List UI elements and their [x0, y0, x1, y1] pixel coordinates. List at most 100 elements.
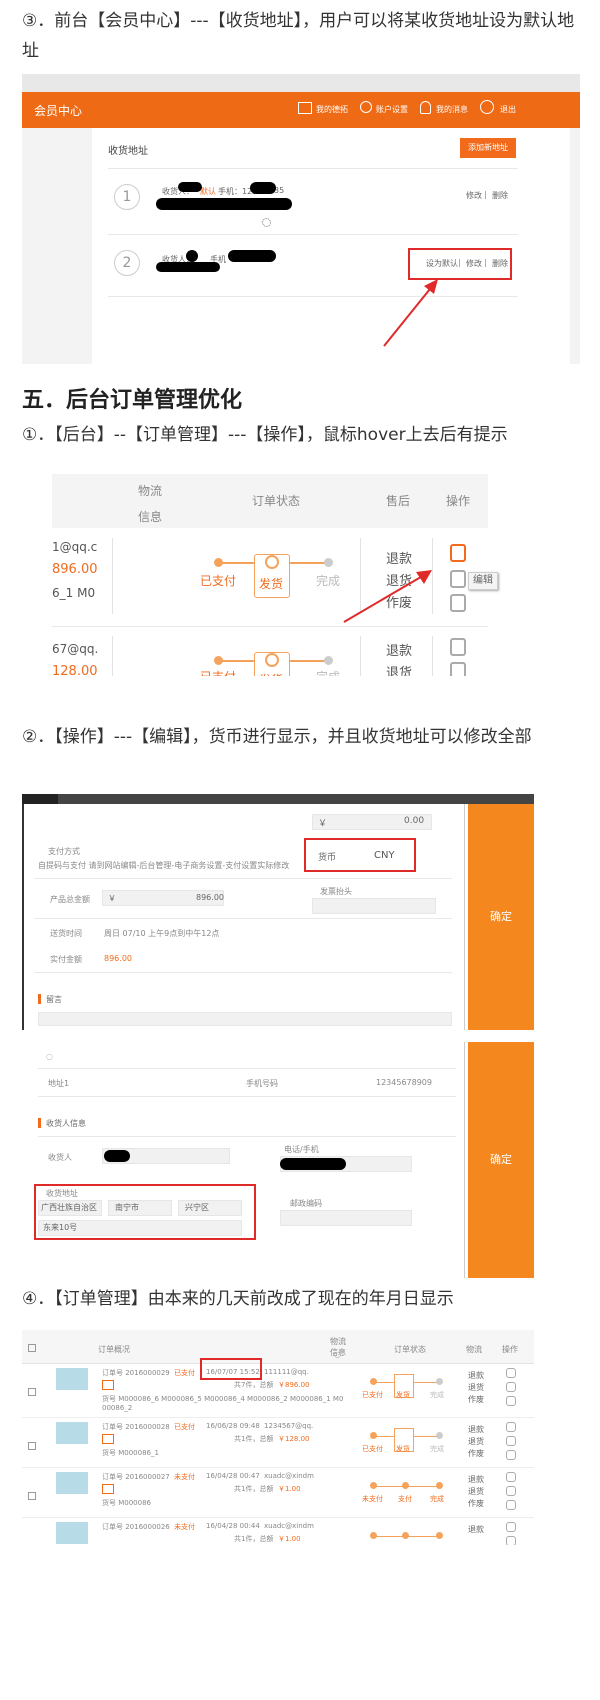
row-edit-icon[interactable] — [506, 1422, 516, 1432]
col-status: 订单状态 — [394, 1345, 426, 1354]
row-edit-icon[interactable] — [506, 1522, 516, 1532]
row-step-3: 完成 — [430, 1445, 444, 1453]
row1-refund[interactable]: 退款 — [386, 548, 412, 567]
product-total-symbol: ￥ — [108, 894, 116, 903]
row-checkbox[interactable] — [28, 1492, 36, 1500]
remark-input[interactable] — [38, 1012, 452, 1026]
row-checkbox[interactable] — [28, 1442, 36, 1450]
row-return[interactable]: 退货 — [468, 1486, 484, 1497]
detail-icon[interactable] — [450, 570, 466, 588]
row-refund[interactable]: 退款 — [468, 1424, 484, 1435]
row-void[interactable]: 作废 — [468, 1394, 484, 1405]
row-total: ￥1.00 — [278, 1485, 301, 1493]
row-print-icon[interactable] — [506, 1396, 516, 1406]
row-detail-icon[interactable] — [506, 1436, 516, 1446]
row-codes: 货号 M000086 — [102, 1499, 151, 1507]
city-select[interactable]: 南宁市 — [108, 1200, 172, 1216]
home-icon[interactable] — [298, 102, 312, 114]
province-select[interactable]: 广西壮族自治区 — [38, 1200, 102, 1216]
row2-refund[interactable]: 退款 — [386, 640, 412, 659]
row-detail-icon[interactable] — [506, 1382, 516, 1392]
row1-email: 1@qq.c — [52, 540, 98, 554]
row-detail-icon[interactable] — [506, 1486, 516, 1496]
table-row: 订单号 2016000026 未支付 16/04/28 00:44 xuadc@… — [22, 1518, 534, 1545]
row-return[interactable]: 退货 — [468, 1382, 484, 1393]
row2-detail-icon[interactable] — [450, 662, 466, 676]
col-operation: 操作 — [446, 494, 471, 508]
address-label: 收货地址 — [46, 1189, 78, 1198]
tel-label: 电话/手机 — [284, 1145, 319, 1154]
table-row: 订单号 2016000027 未支付 16/04/28 00:47 xuadc@… — [22, 1468, 534, 1518]
row-detail-icon[interactable] — [506, 1536, 516, 1545]
select-all-checkbox[interactable] — [28, 1344, 36, 1352]
address-page-title: 收货地址 — [108, 146, 148, 157]
receiver-section-title: 收货人信息 — [46, 1119, 86, 1128]
street-input[interactable]: 东来10号 — [38, 1220, 242, 1236]
invoice-input[interactable] — [312, 898, 436, 914]
bell-icon[interactable] — [420, 101, 431, 114]
row-summary: 共7件，总额 — [234, 1381, 274, 1389]
postcode-input[interactable] — [280, 1210, 412, 1226]
delivery-value: 周日 07/10 上午9点到中午12点 — [104, 929, 220, 938]
edit-address-screenshot: ○ 地址1 手机号码 12345678909 收货人信息 收货人 电话/手机 收… — [22, 1042, 534, 1278]
row-void[interactable]: 作废 — [468, 1448, 484, 1459]
logout-icon[interactable] — [480, 100, 494, 114]
shop-icon — [102, 1434, 114, 1444]
row-summary: 共1件，总额 — [234, 1485, 274, 1493]
row-order-no: 订单号 2016000028 — [102, 1423, 170, 1431]
row-refund[interactable]: 退款 — [468, 1474, 484, 1485]
district-select[interactable]: 兴宁区 — [178, 1200, 242, 1216]
loading-spinner-icon — [262, 218, 271, 227]
row1-step-done: 完成 — [316, 574, 341, 588]
confirm-button-2[interactable]: 确定 — [468, 1042, 534, 1278]
row-step-1: 未支付 — [362, 1495, 383, 1503]
address-2-set-default-link[interactable]: 设为默认 — [426, 258, 458, 269]
row-void[interactable]: 作废 — [468, 1498, 484, 1509]
row2-amount: 128.00 — [52, 664, 98, 676]
nav-logout[interactable]: 退出 — [500, 104, 516, 115]
currency-value: CNY — [374, 850, 395, 861]
row-edit-icon[interactable] — [506, 1368, 516, 1378]
shop-icon — [102, 1380, 114, 1390]
row2-email: 67@qq. — [52, 642, 99, 656]
row-refund[interactable]: 退款 — [468, 1370, 484, 1381]
address-2-delete-link[interactable]: 删除 — [492, 258, 508, 269]
edit-icon[interactable] — [450, 544, 466, 562]
address-2-edit-link[interactable]: 修改 — [466, 258, 482, 269]
pay-method-desc: 自提码与支付 请到网站编辑-后台管理-电子商务设置-支付设置实际修改 — [38, 861, 290, 870]
nav-my-messages[interactable]: 我的消息 — [436, 104, 468, 115]
nav-my-dtuo[interactable]: 我的德拓 — [316, 104, 348, 115]
row-checkbox[interactable] — [28, 1388, 36, 1396]
product-total-label: 产品总金额 — [50, 895, 90, 904]
confirm-button-1[interactable]: 确定 — [468, 804, 534, 1030]
print-icon[interactable] — [450, 594, 466, 612]
user-icon[interactable] — [360, 101, 372, 113]
address-1-default-tag: 默认 — [200, 187, 216, 196]
row-status: 已支付 — [174, 1423, 195, 1431]
row-total: ￥896.00 — [278, 1381, 310, 1389]
address-1-delete-link[interactable]: 删除 — [492, 190, 508, 201]
remark-label: 留言 — [46, 995, 62, 1004]
add-address-button[interactable]: 添加新地址 — [460, 138, 516, 158]
row-refund[interactable]: 退款 — [468, 1524, 484, 1535]
address1-label: 地址1 — [48, 1079, 70, 1088]
col-logistics: 物流信息 — [137, 484, 162, 524]
paid-label: 实付金额 — [50, 955, 82, 964]
row1-amount: 896.00 — [52, 562, 98, 577]
row2-edit-icon[interactable] — [450, 638, 466, 656]
row-print-icon[interactable] — [506, 1500, 516, 1510]
row-status: 已支付 — [174, 1369, 195, 1377]
row-codes: 货号 M000086_1 — [102, 1449, 159, 1457]
row-return[interactable]: 退货 — [468, 1436, 484, 1447]
row-email: xuadc@xindm — [264, 1472, 314, 1480]
row-date: 16/06/28 09:48 — [206, 1422, 260, 1430]
row-print-icon[interactable] — [506, 1450, 516, 1460]
row-summary: 共1件，总额 — [234, 1535, 274, 1543]
nav-account-settings[interactable]: 账户设置 — [376, 104, 408, 115]
address-1-edit-link[interactable]: 修改 — [466, 190, 482, 201]
row2-return[interactable]: 退货 — [386, 662, 412, 676]
paid-value: 896.00 — [104, 954, 132, 963]
row-email: xuadc@xindm — [264, 1522, 314, 1530]
row-step-1: 已支付 — [362, 1391, 383, 1399]
row-edit-icon[interactable] — [506, 1472, 516, 1482]
